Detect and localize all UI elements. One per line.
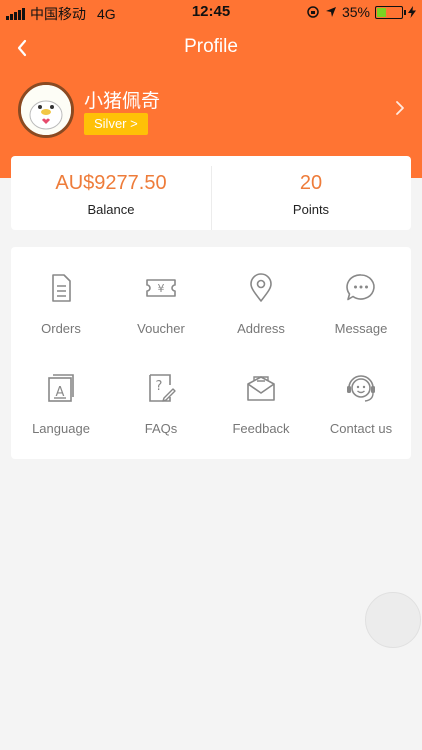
svg-text:¥: ¥ [158, 282, 165, 295]
menu-item-label: Contact us [329, 421, 393, 436]
points-stat[interactable]: 20 Points [211, 156, 411, 230]
points-value: 20 [299, 172, 323, 194]
menu-item-label: Voucher [137, 321, 185, 336]
page-title: Profile [184, 36, 238, 57]
assistive-touch-button[interactable] [365, 592, 421, 648]
menu-item-label: FAQs [144, 421, 178, 436]
headset-icon [347, 375, 375, 402]
balance-label: Balance [87, 202, 135, 217]
charging-icon [408, 6, 416, 18]
document-icon [52, 274, 71, 302]
menu-item-label: Orders [41, 321, 81, 336]
location-arrow-icon [325, 7, 336, 17]
balance-stat[interactable]: AU$9277.50 Balance [11, 156, 211, 230]
stats-card: AU$9277.50 Balance 20 Points [11, 156, 411, 230]
balance-value: AU$9277.50 [55, 172, 167, 194]
menu-item-faqs[interactable]: ? FAQs [111, 359, 211, 459]
menu-card: Orders ¥ Voucher Address Message A Langu… [11, 247, 411, 459]
profile-detail-button[interactable] [390, 98, 410, 118]
faq-icon: ? [149, 374, 176, 402]
chevron-right-icon [396, 101, 404, 115]
menu-item-voucher[interactable]: ¥ Voucher [111, 259, 211, 359]
menu-item-address[interactable]: Address [211, 259, 311, 359]
username: 小猪佩奇 [84, 91, 161, 112]
avatar[interactable] [18, 82, 74, 138]
points-label: Points [292, 202, 330, 217]
menu-item-orders[interactable]: Orders [11, 259, 111, 359]
chat-icon [346, 274, 375, 301]
menu-item-label: Feedback [232, 421, 290, 436]
envelope-icon [247, 376, 275, 401]
svg-text:?: ? [156, 379, 163, 394]
menu-item-message[interactable]: Message [311, 259, 411, 359]
battery-percent: 35% [341, 4, 370, 20]
navigation-bar: Profile [0, 30, 422, 66]
battery-icon [375, 5, 406, 19]
user-profile-row[interactable]: 小猪佩奇 Silver > [0, 82, 422, 144]
menu-item-contact-us[interactable]: Contact us [311, 359, 411, 459]
language-icon: A [48, 374, 74, 402]
menu-item-feedback[interactable]: Feedback [211, 359, 311, 459]
rotation-lock-icon [307, 6, 319, 18]
status-bar: 中国移动 4G 12:45 35% [0, 0, 422, 24]
location-pin-icon [250, 273, 272, 302]
menu-item-label: Address [237, 321, 285, 336]
menu-item-label: Language [32, 421, 90, 436]
ticket-icon: ¥ [146, 279, 176, 297]
menu-item-label: Message [334, 321, 388, 336]
menu-item-language[interactable]: A Language [11, 359, 111, 459]
membership-level-badge[interactable]: Silver > [84, 113, 148, 135]
